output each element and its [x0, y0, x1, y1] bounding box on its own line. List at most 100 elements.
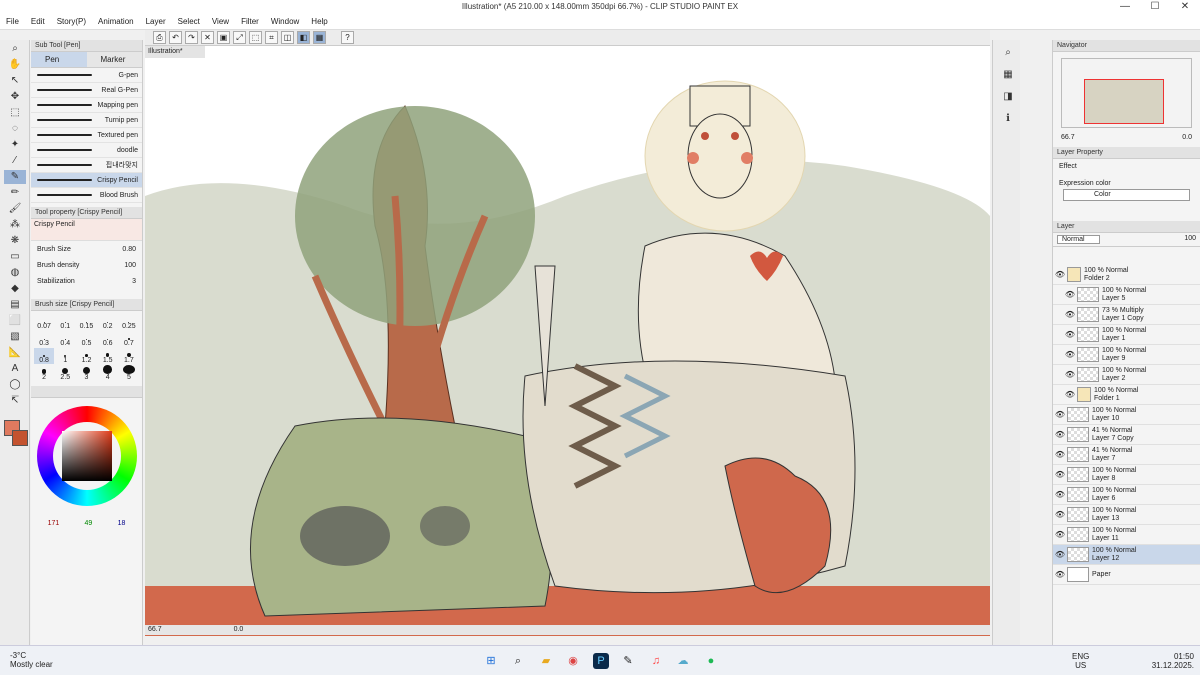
decoration-icon[interactable]: ❋	[4, 234, 26, 248]
visibility-eye-icon[interactable]: 👁	[1063, 330, 1077, 339]
brush-item[interactable]: Mapping pen	[31, 98, 142, 113]
ruler-icon[interactable]: 📐	[4, 346, 26, 360]
move-icon[interactable]: ✋	[4, 58, 26, 72]
eyedropper-icon[interactable]: ⁄	[4, 154, 26, 168]
brush-size-option[interactable]: 3	[76, 365, 96, 381]
menu-item[interactable]: Animation	[98, 17, 134, 26]
layer-row[interactable]: 👁 100 % Normal Layer 1	[1053, 325, 1200, 345]
chrome-icon[interactable]: ◉	[565, 653, 581, 669]
brush-item[interactable]: Real G-Pen	[31, 83, 142, 98]
tab-pen[interactable]: Pen	[31, 52, 87, 67]
gradient-icon[interactable]: ▤	[4, 298, 26, 312]
spotify-icon[interactable]: ●	[703, 653, 719, 669]
menu-item[interactable]: File	[6, 17, 19, 26]
color-square[interactable]	[61, 431, 112, 481]
redo-icon[interactable]: ↷	[185, 31, 198, 44]
minimize-button[interactable]: —	[1110, 0, 1140, 14]
visibility-eye-icon[interactable]: 👁	[1053, 550, 1067, 559]
layer-row[interactable]: 👁 100 % Normal Layer 6	[1053, 485, 1200, 505]
brush-size-option[interactable]: 0.2	[98, 314, 118, 330]
visibility-eye-icon[interactable]: 👁	[1053, 450, 1067, 459]
layer-icon[interactable]: ◨	[997, 90, 1019, 104]
music-icon[interactable]: ♫	[648, 653, 664, 669]
navigator-zoom[interactable]: 66.7	[1061, 134, 1075, 141]
rotation-readout[interactable]: 0.0	[234, 626, 244, 633]
search-icon[interactable]: ⌕	[510, 653, 526, 669]
layer-row[interactable]: 👁 73 % Multiply Layer 1 Copy	[1053, 305, 1200, 325]
blend-mode-select[interactable]: Normal	[1057, 235, 1100, 244]
brush-item[interactable]: doodle	[31, 143, 142, 158]
menu-item[interactable]: Window	[271, 17, 299, 26]
sub-color-swatch[interactable]	[12, 430, 28, 446]
help-icon[interactable]: ?	[341, 31, 354, 44]
language-indicator[interactable]: ENG US	[1072, 652, 1089, 670]
menu-item[interactable]: Help	[311, 17, 327, 26]
brush-size-row[interactable]: Brush Size 0.80	[31, 241, 142, 257]
start-icon[interactable]: ⊞	[483, 653, 499, 669]
zoom-icon[interactable]: ⌕	[4, 42, 26, 56]
airbrush-icon[interactable]: ⁂	[4, 218, 26, 232]
layer-move-icon[interactable]: ✥	[4, 90, 26, 104]
brush-size-option[interactable]: 1.7	[119, 348, 139, 364]
pencil-icon[interactable]: ✏	[4, 186, 26, 200]
text-icon[interactable]: A	[4, 362, 26, 376]
layer-row[interactable]: 👁 100 % Normal Layer 11	[1053, 525, 1200, 545]
deselect-icon[interactable]: ⬚	[249, 31, 262, 44]
magic-wand-icon[interactable]: ✦	[4, 138, 26, 152]
visibility-eye-icon[interactable]: 👁	[1053, 490, 1067, 499]
visibility-eye-icon[interactable]: 👁	[1053, 410, 1067, 419]
menu-item[interactable]: Filter	[241, 17, 259, 26]
tab-marker[interactable]: Marker	[86, 52, 142, 67]
brush-size-option[interactable]: 2	[34, 365, 54, 381]
stabilization-value[interactable]: 3	[132, 278, 136, 285]
brush-icon[interactable]: 🖌	[4, 202, 26, 216]
snap-ruler-icon[interactable]: ◧	[297, 31, 310, 44]
brush-item[interactable]: 핍내라맞지	[31, 158, 142, 173]
photoshop-icon[interactable]: P	[593, 653, 609, 669]
brush-size-option[interactable]: 0.3	[34, 331, 54, 347]
brush-size-option[interactable]: 0.1	[55, 314, 75, 330]
brush-item[interactable]: G-pen	[31, 68, 142, 83]
save-icon[interactable]: ⎙	[153, 31, 166, 44]
figure-icon[interactable]: ⬜	[4, 314, 26, 328]
brush-size-option[interactable]: 0.5	[76, 331, 96, 347]
balloon-icon[interactable]: ◯	[4, 378, 26, 392]
menu-item[interactable]: Layer	[146, 17, 166, 26]
brush-item[interactable]: Turnip pen	[31, 113, 142, 128]
brush-size-option[interactable]: 0.6	[98, 331, 118, 347]
color-wheel[interactable]	[36, 406, 137, 506]
clear-icon[interactable]: ✕	[201, 31, 214, 44]
brush-size-option[interactable]: 4	[98, 365, 118, 381]
operation-icon[interactable]: ↖	[4, 74, 26, 88]
pen-icon[interactable]: ✎	[4, 170, 26, 184]
menu-item[interactable]: Story(P)	[57, 17, 86, 26]
visibility-eye-icon[interactable]: 👁	[1063, 290, 1077, 299]
correct-line-icon[interactable]: ↸	[4, 394, 26, 408]
visibility-eye-icon[interactable]: 👁	[1053, 430, 1067, 439]
frame-icon[interactable]: ▧	[4, 330, 26, 344]
file-explorer-icon[interactable]: ▰	[538, 653, 554, 669]
layer-row[interactable]: 👁 41 % Normal Layer 7	[1053, 445, 1200, 465]
navigator-preview[interactable]	[1061, 58, 1192, 128]
maximize-button[interactable]: ☐	[1140, 0, 1170, 14]
crop-icon[interactable]: ⌗	[265, 31, 278, 44]
search-icon[interactable]: ⌕	[997, 46, 1019, 60]
opacity-value[interactable]: 100	[1184, 235, 1196, 244]
clock[interactable]: 01:50 31.12.2025.	[1150, 652, 1194, 670]
layer-row[interactable]: 👁 100 % Normal Folder 2	[1053, 265, 1200, 285]
visibility-eye-icon[interactable]: 👁	[1063, 390, 1077, 399]
layer-row[interactable]: 👁 100 % Normal Layer 9	[1053, 345, 1200, 365]
undo-icon[interactable]: ↶	[169, 31, 182, 44]
canvas[interactable]	[145, 46, 990, 636]
visibility-eye-icon[interactable]: 👁	[1063, 350, 1077, 359]
brush-size-option[interactable]: 1.5	[98, 348, 118, 364]
brush-size-value[interactable]: 0.80	[122, 246, 136, 253]
expression-color-select[interactable]: Color	[1063, 189, 1190, 201]
brush-density-row[interactable]: Brush density 100	[31, 257, 142, 273]
eraser-icon[interactable]: ▭	[4, 250, 26, 264]
lasso-icon[interactable]: ◌	[4, 122, 26, 136]
menu-item[interactable]: Select	[178, 17, 200, 26]
brush-size-option[interactable]: 1.2	[76, 348, 96, 364]
document-tab[interactable]: Illustration*	[145, 46, 205, 58]
fill-bucket-icon[interactable]: ◆	[4, 282, 26, 296]
